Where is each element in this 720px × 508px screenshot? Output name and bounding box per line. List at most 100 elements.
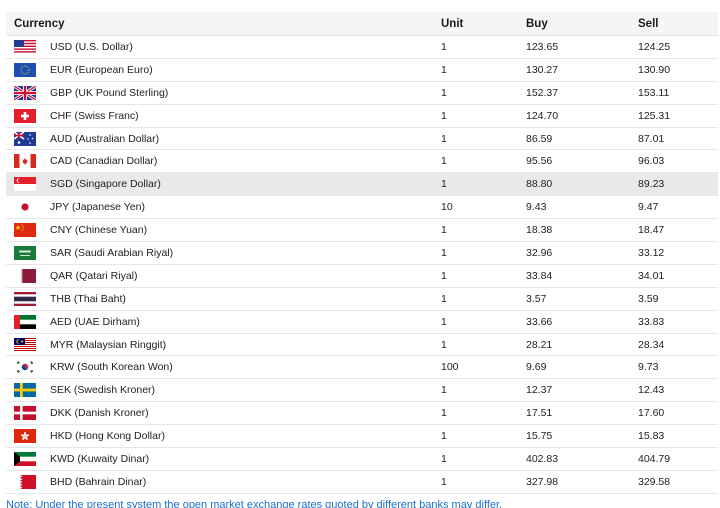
my-flag-icon bbox=[14, 337, 36, 352]
currency-name: SGD (Singapore Dollar) bbox=[50, 178, 161, 191]
sell-cell: 3.59 bbox=[638, 292, 659, 305]
currency-name: AUD (Australian Dollar) bbox=[50, 132, 160, 145]
unit-cell: 1 bbox=[441, 224, 447, 237]
kr-flag-icon bbox=[14, 360, 36, 375]
buy-cell: 86.59 bbox=[526, 132, 553, 145]
currency-name: AED (UAE Dirham) bbox=[50, 315, 140, 328]
unit-cell: 1 bbox=[441, 132, 447, 145]
buy-cell: 33.66 bbox=[526, 315, 553, 328]
table-row: USD (U.S. Dollar) 1 123.65 124.25 bbox=[6, 36, 718, 59]
buy-cell: 130.27 bbox=[526, 63, 559, 76]
currency-cell: KWD (Kuwaity Dinar) bbox=[6, 451, 441, 466]
sell-cell: 28.34 bbox=[638, 338, 665, 351]
unit-cell: 1 bbox=[441, 246, 447, 259]
currency-name: CHF (Swiss Franc) bbox=[50, 109, 139, 122]
sell-cell: 12.43 bbox=[638, 384, 665, 397]
currency-cell: DKK (Danish Kroner) bbox=[6, 406, 441, 421]
currency-cell: CAD (Canadian Dollar) bbox=[6, 154, 441, 169]
currency-cell: AED (UAE Dirham) bbox=[6, 314, 441, 329]
currency-cell: JPY (Japanese Yen) bbox=[6, 200, 441, 215]
bh-flag-icon bbox=[14, 474, 36, 489]
ca-flag-icon bbox=[14, 154, 36, 169]
table-row: CAD (Canadian Dollar) 1 95.56 96.03 bbox=[6, 150, 718, 174]
buy-cell: 18.38 bbox=[526, 224, 553, 237]
ae-flag-icon bbox=[14, 314, 36, 329]
currency-name: KRW (South Korean Won) bbox=[50, 361, 173, 374]
currency-cell: MYR (Malaysian Ringgit) bbox=[6, 337, 441, 352]
gb-flag-icon bbox=[14, 85, 36, 100]
sell-cell: 125.31 bbox=[638, 109, 671, 122]
sell-cell: 329.58 bbox=[638, 475, 671, 488]
sell-cell: 9.47 bbox=[638, 201, 659, 214]
footnote: Note: Under the present system the open … bbox=[6, 499, 503, 508]
buy-cell: 9.43 bbox=[526, 201, 547, 214]
table-header: Currency Unit Buy Sell bbox=[6, 12, 718, 36]
table-row: AED (UAE Dirham) 1 33.66 33.83 bbox=[6, 311, 718, 334]
jp-flag-icon bbox=[14, 200, 36, 215]
table-row: SGD (Singapore Dollar) 1 88.80 89.23 bbox=[6, 173, 718, 197]
unit-cell: 1 bbox=[441, 475, 447, 488]
unit-cell: 1 bbox=[441, 430, 447, 443]
unit-cell: 100 bbox=[441, 361, 459, 374]
us-flag-icon bbox=[14, 39, 36, 54]
currency-cell: THB (Thai Baht) bbox=[6, 291, 441, 306]
qa-flag-icon bbox=[14, 268, 36, 283]
currency-name: JPY (Japanese Yen) bbox=[50, 201, 145, 214]
unit-cell: 1 bbox=[441, 338, 447, 351]
ch-flag-icon bbox=[14, 108, 36, 123]
table-row: MYR (Malaysian Ringgit) 1 28.21 28.34 bbox=[6, 334, 718, 357]
currency-name: QAR (Qatari Riyal) bbox=[50, 269, 138, 282]
buy-cell: 15.75 bbox=[526, 430, 553, 443]
unit-cell: 1 bbox=[441, 63, 447, 76]
unit-cell: 1 bbox=[441, 269, 447, 282]
unit-cell: 1 bbox=[441, 407, 447, 420]
currency-cell: AUD (Australian Dollar) bbox=[6, 131, 441, 146]
kw-flag-icon bbox=[14, 451, 36, 466]
buy-cell: 3.57 bbox=[526, 292, 547, 305]
buy-cell: 12.37 bbox=[526, 384, 553, 397]
table-row: KRW (South Korean Won) 100 9.69 9.73 bbox=[6, 356, 718, 380]
sell-cell: 89.23 bbox=[638, 178, 665, 191]
table-row: GBP (UK Pound Sterling) 1 152.37 153.11 bbox=[6, 82, 718, 105]
unit-cell: 1 bbox=[441, 178, 447, 191]
currency-name: CNY (Chinese Yuan) bbox=[50, 224, 148, 237]
unit-cell: 1 bbox=[441, 86, 447, 99]
table-row: AUD (Australian Dollar) 1 86.59 87.01 bbox=[6, 128, 718, 151]
currency-name: SEK (Swedish Kroner) bbox=[50, 384, 156, 397]
currency-cell: CNY (Chinese Yuan) bbox=[6, 223, 441, 238]
currency-cell: USD (U.S. Dollar) bbox=[6, 39, 441, 54]
sell-cell: 153.11 bbox=[638, 86, 670, 99]
sa-flag-icon bbox=[14, 245, 36, 260]
sg-flag-icon bbox=[14, 177, 36, 192]
currency-cell: BHD (Bahrain Dinar) bbox=[6, 474, 441, 489]
table-body: USD (U.S. Dollar) 1 123.65 124.25 EUR (Europ… bbox=[6, 36, 718, 494]
buy-cell: 95.56 bbox=[526, 155, 553, 168]
currency-name: CAD (Canadian Dollar) bbox=[50, 155, 158, 168]
table-row: SAR (Saudi Arabian Riyal) 1 32.96 33.12 bbox=[6, 242, 718, 265]
header-currency: Currency bbox=[14, 17, 65, 30]
table-row: KWD (Kuwaity Dinar) 1 402.83 404.79 bbox=[6, 448, 718, 471]
unit-cell: 10 bbox=[441, 201, 453, 214]
cn-flag-icon bbox=[14, 223, 36, 238]
currency-name: MYR (Malaysian Ringgit) bbox=[50, 338, 167, 351]
sell-cell: 9.73 bbox=[638, 361, 659, 374]
table-row: BHD (Bahrain Dinar) 1 327.98 329.58 bbox=[6, 471, 718, 494]
table-row: DKK (Danish Kroner) 1 17.51 17.60 bbox=[6, 402, 718, 426]
currency-name: KWD (Kuwaity Dinar) bbox=[50, 452, 150, 465]
header-buy: Buy bbox=[526, 17, 548, 30]
buy-cell: 9.69 bbox=[526, 361, 547, 374]
currency-name: DKK (Danish Kroner) bbox=[50, 407, 149, 420]
table-row: CNY (Chinese Yuan) 1 18.38 18.47 bbox=[6, 219, 718, 243]
currency-cell: GBP (UK Pound Sterling) bbox=[6, 85, 441, 100]
sell-cell: 96.03 bbox=[638, 155, 665, 168]
sell-cell: 17.60 bbox=[638, 407, 665, 420]
sell-cell: 404.79 bbox=[638, 452, 671, 465]
table-row: THB (Thai Baht) 1 3.57 3.59 bbox=[6, 288, 718, 311]
table-row: QAR (Qatari Riyal) 1 33.84 34.01 bbox=[6, 265, 718, 288]
unit-cell: 1 bbox=[441, 384, 447, 397]
sell-cell: 33.12 bbox=[638, 246, 665, 259]
header-unit: Unit bbox=[441, 17, 464, 30]
currency-cell: KRW (South Korean Won) bbox=[6, 360, 441, 375]
unit-cell: 1 bbox=[441, 40, 447, 53]
se-flag-icon bbox=[14, 383, 36, 398]
